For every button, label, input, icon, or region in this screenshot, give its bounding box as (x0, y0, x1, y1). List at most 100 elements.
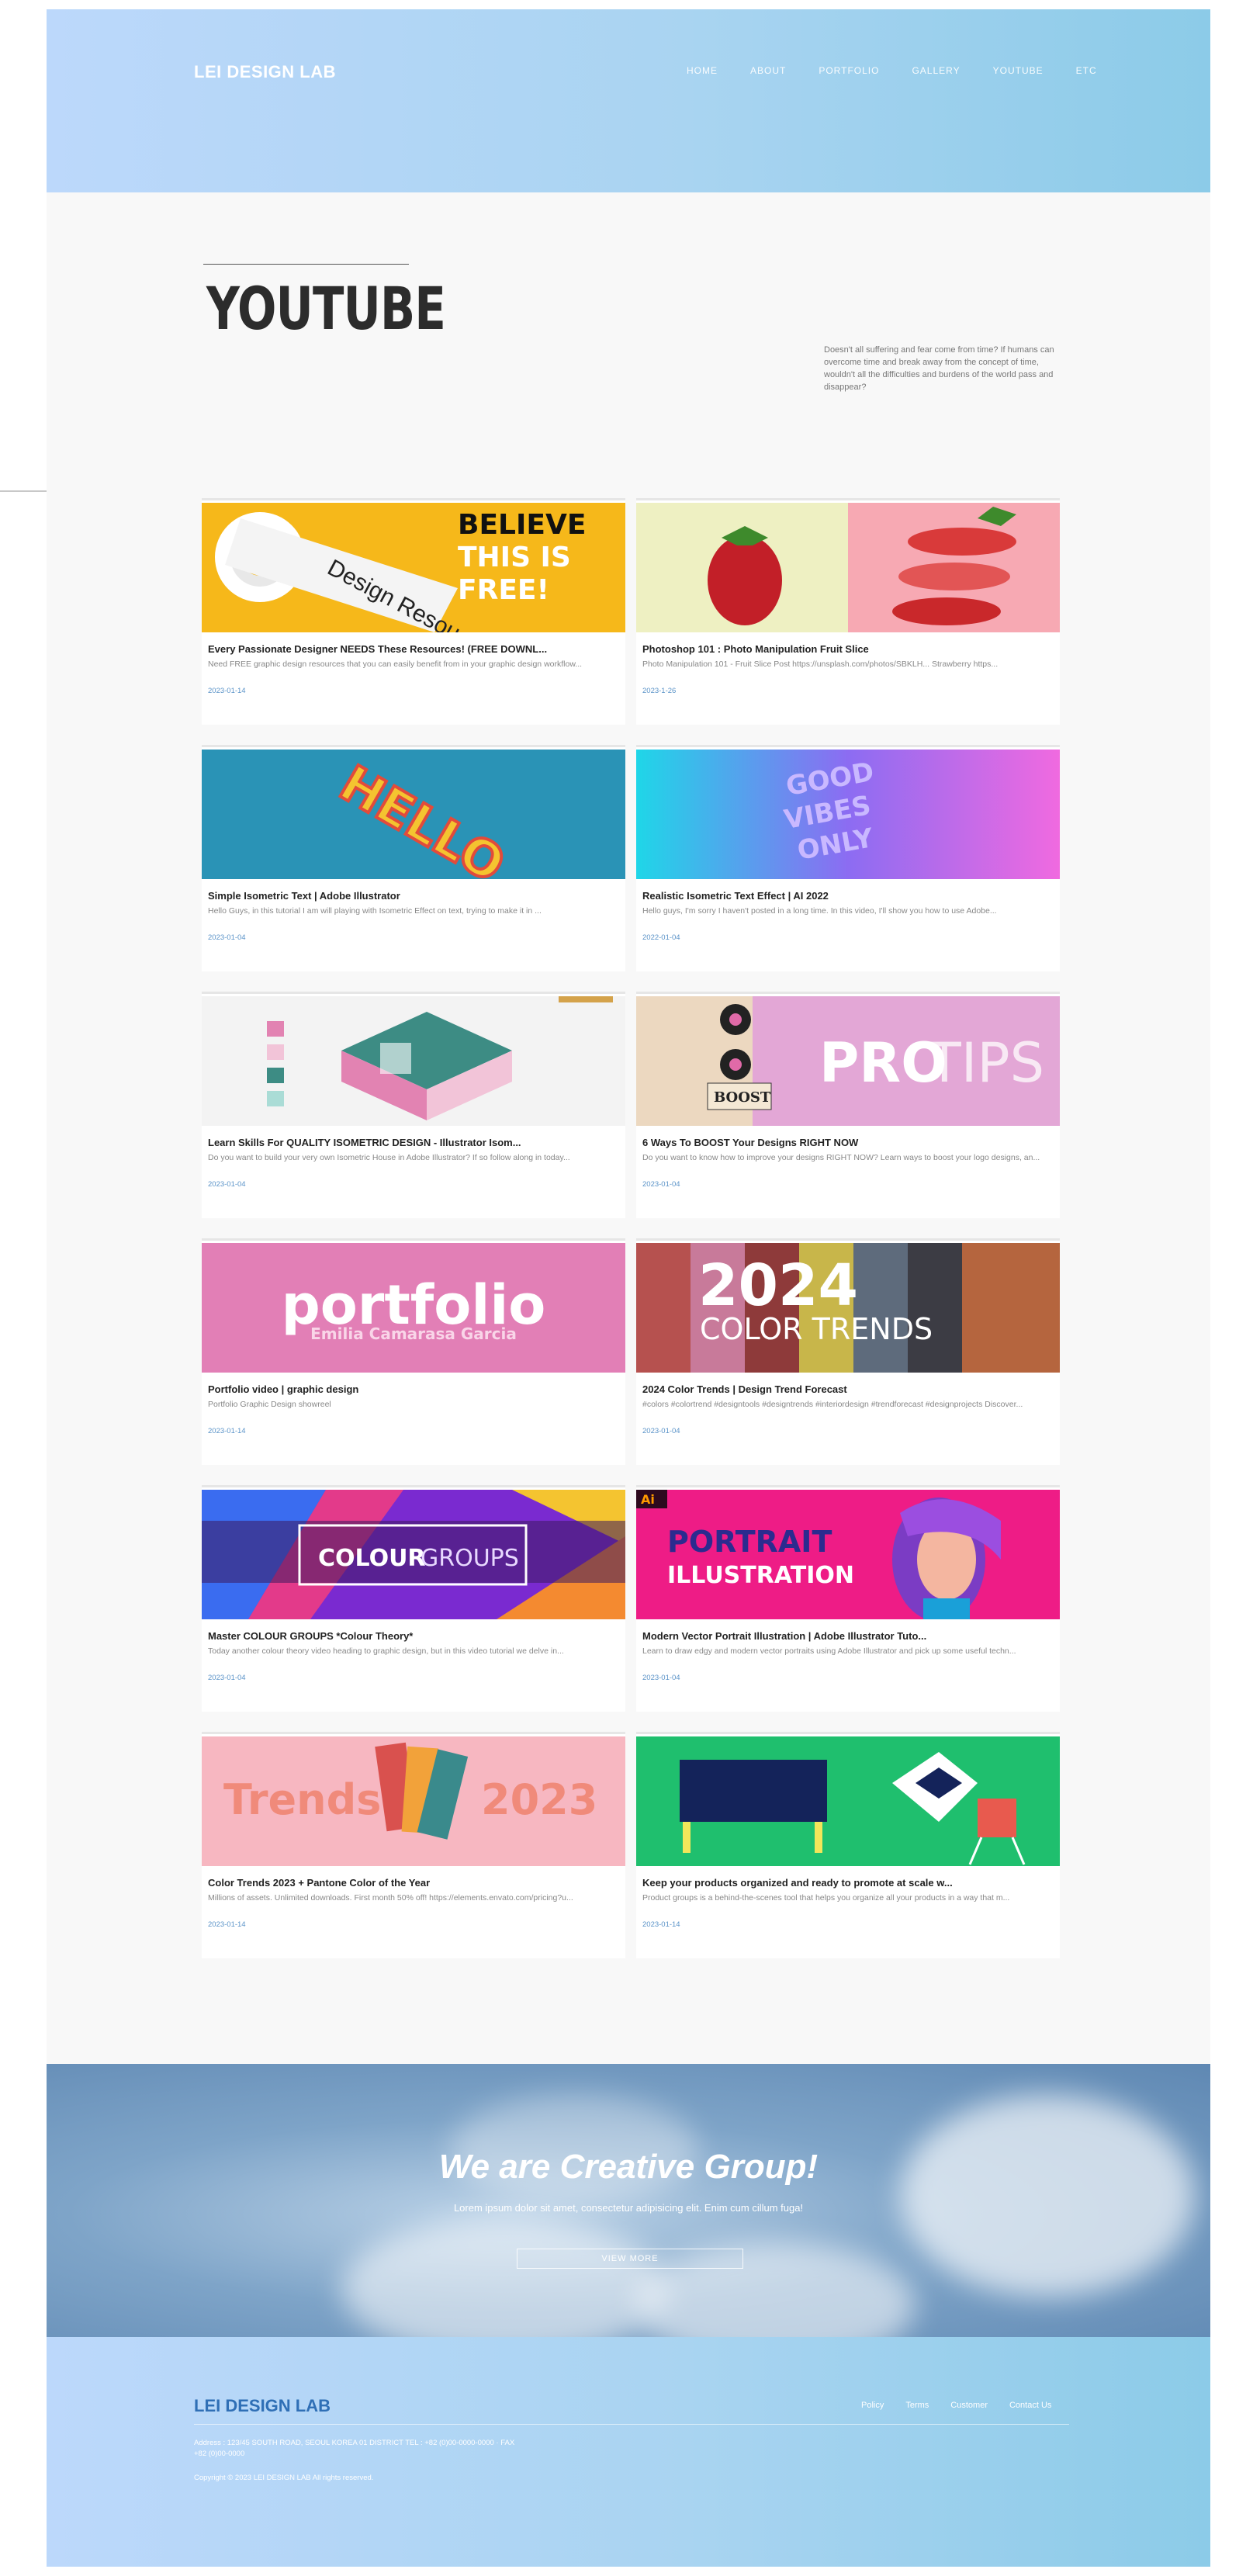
video-thumbnail[interactable]: Design Resou BELIEVE THIS IS FREE! (202, 503, 625, 632)
video-thumbnail[interactable]: HELLO (202, 750, 625, 879)
video-date: 2022-01-04 (642, 933, 680, 942)
video-card[interactable]: Photoshop 101 : Photo Manipulation Fruit… (636, 498, 1060, 725)
footer-link-policy[interactable]: Policy (861, 2401, 884, 2410)
video-title[interactable]: Photoshop 101 : Photo Manipulation Fruit… (642, 643, 1054, 655)
nav-etc[interactable]: ETC (1076, 65, 1097, 76)
page-title: YOUTUBE (206, 274, 446, 343)
nav-youtube[interactable]: YOUTUBE (993, 65, 1044, 76)
thumb-text: COLOR TRENDS (700, 1312, 933, 1346)
footer-link-terms[interactable]: Terms (905, 2401, 929, 2410)
video-card[interactable]: Keep your products organized and ready t… (636, 1732, 1060, 1958)
title-divider (203, 264, 409, 265)
nav-gallery[interactable]: GALLERY (912, 65, 960, 76)
video-date: 2023-01-14 (642, 1920, 680, 1929)
video-description: Learn to draw edgy and modern vector por… (642, 1646, 1016, 1656)
thumb-text: TIPS (927, 1031, 1044, 1095)
thumb-text: 2023 (481, 1775, 597, 1824)
cloud-shape (900, 2095, 1195, 2297)
video-card[interactable]: Design Resou BELIEVE THIS IS FREE! Every… (202, 498, 625, 725)
thumb-text: COLOUR (318, 1545, 426, 1572)
video-thumbnail[interactable]: BOOST PRO TIPS (636, 996, 1060, 1126)
banner-subtitle: Lorem ipsum dolor sit amet, consectetur … (453, 2202, 804, 2214)
video-title[interactable]: Master COLOUR GROUPS *Colour Theory* (208, 1630, 619, 1642)
video-title[interactable]: 2024 Color Trends | Design Trend Forecas… (642, 1383, 1054, 1395)
nav-portfolio[interactable]: PORTFOLIO (819, 65, 879, 76)
video-card[interactable]: BOOST PRO TIPS 6 Ways To BOOST Your Desi… (636, 992, 1060, 1218)
thumb-text: PORTRAIT (667, 1525, 832, 1559)
nav-home[interactable]: HOME (687, 65, 718, 76)
video-description: Do you want to know how to improve your … (642, 1153, 1040, 1162)
video-title[interactable]: Portfolio video | graphic design (208, 1383, 619, 1395)
video-description: Millions of assets. Unlimited downloads.… (208, 1893, 573, 1903)
video-date: 2023-01-04 (642, 1180, 680, 1189)
site-footer: LEI DESIGN LAB Policy Terms Customer Con… (47, 2337, 1210, 2567)
video-date: 2023-01-14 (208, 1920, 246, 1929)
footer-brand-logo[interactable]: LEI DESIGN LAB (194, 2396, 331, 2416)
footer-nav: Policy Terms Customer Contact Us (861, 2401, 1051, 2410)
video-thumbnail[interactable]: Trends 2023 (202, 1736, 625, 1866)
video-card[interactable]: Ai PORTRAIT ILLUSTRATION Modern Vector P… (636, 1485, 1060, 1712)
video-date: 2023-01-04 (642, 1674, 680, 1682)
video-date: 2023-1-26 (642, 687, 677, 695)
video-date: 2023-01-04 (642, 1427, 680, 1435)
thumb-text: 2024 (698, 1252, 858, 1319)
page-frame: LEI DESIGN LAB HOME ABOUT PORTFOLIO GALL… (47, 9, 1210, 2567)
video-title[interactable]: Simple Isometric Text | Adobe Illustrato… (208, 890, 619, 902)
video-card[interactable]: Trends 2023 Color Trends 2023 + Pantone … (202, 1732, 625, 1958)
footer-address: Address : 123/45 SOUTH ROAD, SEOUL KOREA… (194, 2439, 515, 2459)
video-thumbnail[interactable]: Ai PORTRAIT ILLUSTRATION (636, 1490, 1060, 1619)
video-thumbnail[interactable] (636, 1736, 1060, 1866)
thumb-text: Ai (641, 1492, 655, 1507)
thumb-text: THIS IS (458, 542, 571, 573)
intro-text: Doesn't all suffering and fear come from… (824, 345, 1054, 392)
video-thumbnail[interactable]: portfolio Emilia Camarasa Garcia (202, 1243, 625, 1373)
view-more-button[interactable]: VIEW MORE (517, 2249, 743, 2269)
video-description: Need FREE graphic design resources that … (208, 660, 583, 669)
video-date: 2023-01-04 (208, 1180, 246, 1189)
video-description: Hello guys, I'm sorry I haven't posted i… (642, 906, 997, 916)
video-date: 2023-01-04 (208, 933, 246, 942)
footer-copyright: Copyright © 2023 LEI DESIGN LAB All righ… (194, 2474, 374, 2482)
video-thumbnail[interactable] (636, 503, 1060, 632)
brand-logo[interactable]: LEI DESIGN LAB (194, 62, 336, 82)
video-card[interactable]: HELLO Simple Isometric Text | Adobe Illu… (202, 745, 625, 971)
video-description: Hello Guys, in this tutorial I am will p… (208, 906, 542, 916)
thumb-text: BOOST (714, 1089, 771, 1106)
footer-link-contact[interactable]: Contact Us (1009, 2401, 1051, 2410)
video-thumbnail[interactable]: COLOUR GROUPS (202, 1490, 625, 1619)
video-card[interactable]: portfolio Emilia Camarasa Garcia Portfol… (202, 1238, 625, 1465)
footer-link-customer[interactable]: Customer (950, 2401, 988, 2410)
video-card[interactable]: 2024 COLOR TRENDS 2024 Color Trends | De… (636, 1238, 1060, 1465)
video-card[interactable]: GOOD VIBES ONLY Realistic Isometric Text… (636, 745, 1060, 971)
video-description: Photo Manipulation 101 - Fruit Slice Pos… (642, 660, 999, 669)
video-title[interactable]: Color Trends 2023 + Pantone Color of the… (208, 1877, 619, 1889)
video-thumbnail[interactable] (202, 996, 625, 1126)
site-header: LEI DESIGN LAB HOME ABOUT PORTFOLIO GALL… (47, 9, 1210, 192)
thumb-text: GROUPS (421, 1545, 519, 1572)
cloud-shape (341, 2219, 667, 2337)
video-description: Do you want to build your very own Isome… (208, 1153, 570, 1162)
footer-divider (194, 2424, 1069, 2425)
video-card[interactable]: COLOUR GROUPS Master COLOUR GROUPS *Colo… (202, 1485, 625, 1712)
thumb-text: FREE! (458, 574, 549, 606)
video-title[interactable]: Realistic Isometric Text Effect | AI 202… (642, 890, 1054, 902)
banner-title: We are Creative Group! (438, 2148, 819, 2186)
video-description: #colors #colortrend #designtools #design… (642, 1400, 1023, 1409)
video-thumbnail[interactable]: GOOD VIBES ONLY (636, 750, 1060, 879)
video-title[interactable]: Learn Skills For QUALITY ISOMETRIC DESIG… (208, 1137, 619, 1148)
video-title[interactable]: Modern Vector Portrait Illustration | Ad… (642, 1630, 1054, 1642)
thumb-text: Emilia Camarasa Garcia (310, 1324, 517, 1343)
video-title[interactable]: Every Passionate Designer NEEDS These Re… (208, 643, 619, 655)
side-divider (0, 490, 47, 492)
video-title[interactable]: Keep your products organized and ready t… (642, 1877, 1054, 1889)
video-date: 2023-01-14 (208, 1427, 246, 1435)
video-date: 2023-01-14 (208, 687, 246, 695)
nav-about[interactable]: ABOUT (750, 65, 786, 76)
thumb-text: ILLUSTRATION (667, 1562, 854, 1589)
thumb-text: BELIEVE (458, 509, 586, 541)
video-description: Portfolio Graphic Design showreel (208, 1400, 331, 1409)
video-thumbnail[interactable]: 2024 COLOR TRENDS (636, 1243, 1060, 1373)
video-title[interactable]: 6 Ways To BOOST Your Designs RIGHT NOW (642, 1137, 1054, 1148)
video-description: Product groups is a behind-the-scenes to… (642, 1893, 1010, 1903)
video-card[interactable]: Learn Skills For QUALITY ISOMETRIC DESIG… (202, 992, 625, 1218)
